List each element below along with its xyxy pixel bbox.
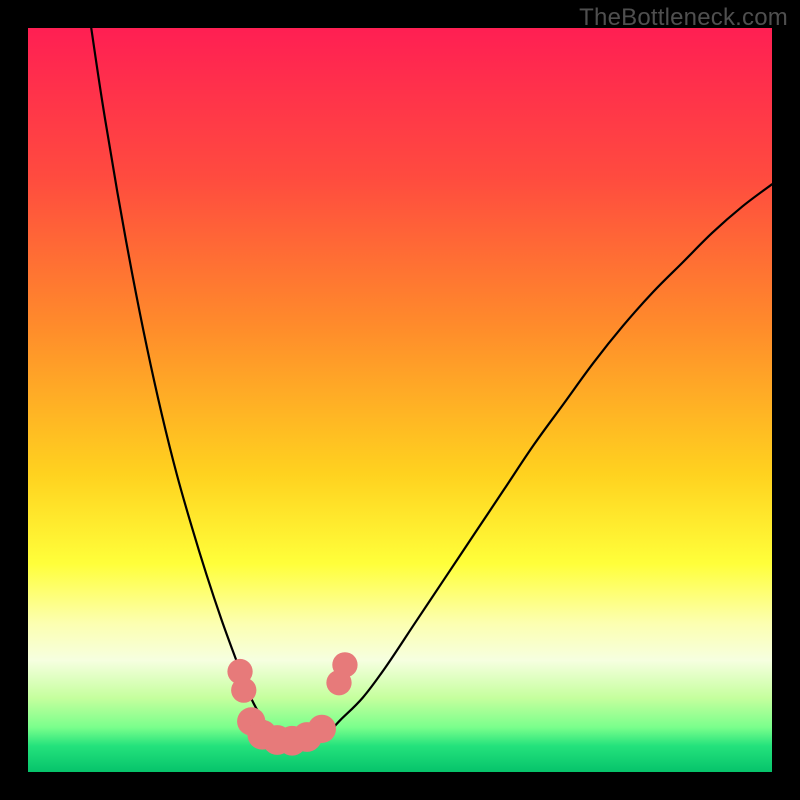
trough-marker xyxy=(332,652,357,677)
plot-svg xyxy=(28,28,772,772)
trough-marker xyxy=(231,678,256,703)
gradient-background xyxy=(28,28,772,772)
trough-marker xyxy=(308,715,336,743)
plot-area xyxy=(28,28,772,772)
watermark-text: TheBottleneck.com xyxy=(579,4,788,32)
chart-frame: TheBottleneck.com xyxy=(0,0,800,800)
